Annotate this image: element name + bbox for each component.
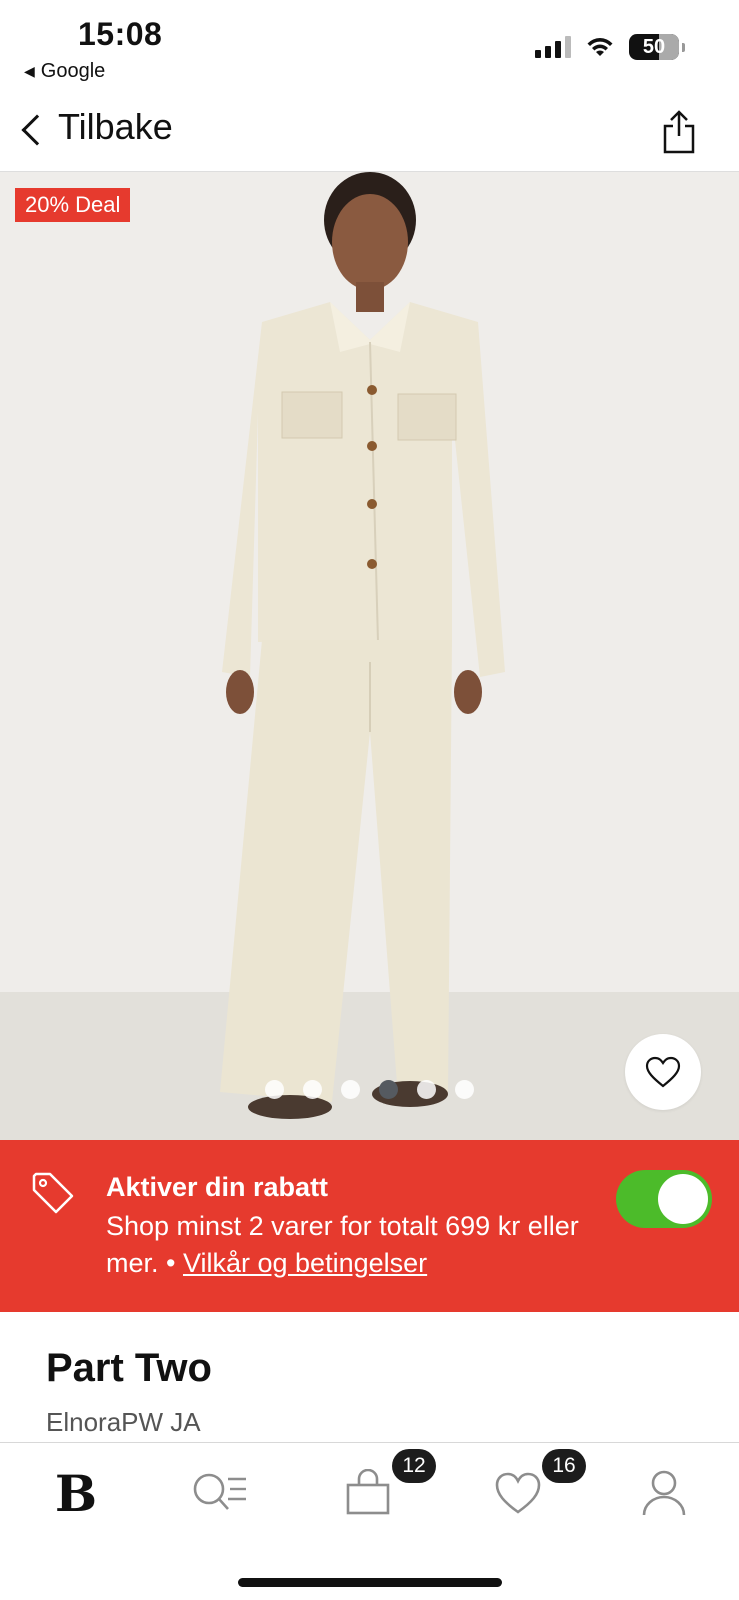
- favorite-button[interactable]: [625, 1034, 701, 1110]
- image-pagination[interactable]: [265, 1080, 474, 1099]
- deal-badge: 20% Deal: [15, 188, 131, 222]
- back-triangle-icon: ◀: [24, 63, 35, 79]
- back-to-app[interactable]: ◀ Google: [24, 60, 105, 83]
- price-tag-icon: [32, 1172, 74, 1214]
- tab-home[interactable]: B: [46, 1463, 106, 1523]
- product-photo: [0, 172, 739, 1140]
- product-image[interactable]: 20% Deal: [0, 172, 739, 1140]
- home-indicator: [238, 1578, 502, 1587]
- home-logo-icon: B: [54, 1463, 98, 1523]
- pagination-dot[interactable]: [417, 1080, 436, 1099]
- back-label: Tilbake: [58, 106, 173, 147]
- pagination-dot-active[interactable]: [379, 1080, 398, 1099]
- tab-profile[interactable]: [634, 1463, 694, 1523]
- product-brand[interactable]: Part Two: [46, 1346, 212, 1391]
- tab-search[interactable]: [190, 1463, 250, 1523]
- pagination-dot[interactable]: [341, 1080, 360, 1099]
- terms-link[interactable]: Vilkår og betingelser: [183, 1248, 427, 1278]
- tab-bag[interactable]: 12: [338, 1449, 436, 1523]
- toggle-knob: [658, 1174, 708, 1224]
- wifi-icon: [587, 38, 613, 56]
- product-name: ElnoraPW JA: [46, 1407, 201, 1437]
- status-time: 15:08: [78, 16, 163, 52]
- chevron-left-icon: [21, 114, 53, 146]
- discount-toggle[interactable]: [616, 1170, 712, 1228]
- back-button[interactable]: Tilbake: [21, 106, 173, 148]
- discount-title: Aktiver din rabatt: [106, 1172, 329, 1202]
- cellular-signal-icon: [535, 36, 571, 58]
- heart-icon: [495, 1472, 541, 1514]
- bottom-tab-bar: B 12 16: [0, 1442, 739, 1600]
- bag-count-badge: 12: [392, 1449, 436, 1483]
- status-icons: 50: [535, 34, 685, 60]
- user-icon: [642, 1470, 686, 1516]
- search-menu-icon: [193, 1473, 246, 1510]
- pagination-dot[interactable]: [265, 1080, 284, 1099]
- battery-level: 50: [642, 35, 666, 58]
- shopping-bag-icon: [346, 1469, 390, 1515]
- heart-icon: [645, 1056, 681, 1088]
- pagination-dot[interactable]: [303, 1080, 322, 1099]
- back-app-label: Google: [40, 60, 106, 82]
- pagination-dot[interactable]: [455, 1080, 474, 1099]
- tab-favorites[interactable]: 16: [488, 1449, 586, 1523]
- battery-icon: 50: [629, 34, 685, 60]
- share-icon[interactable]: [661, 108, 697, 154]
- favorites-count-badge: 16: [542, 1449, 586, 1483]
- discount-description: Shop minst 2 varer for totalt 699 kr ell…: [106, 1208, 596, 1282]
- nav-header: Tilbake: [0, 92, 739, 172]
- status-bar: 15:08 ◀ Google 50: [0, 0, 739, 92]
- discount-banner: Aktiver din rabatt Shop minst 2 varer fo…: [0, 1140, 739, 1312]
